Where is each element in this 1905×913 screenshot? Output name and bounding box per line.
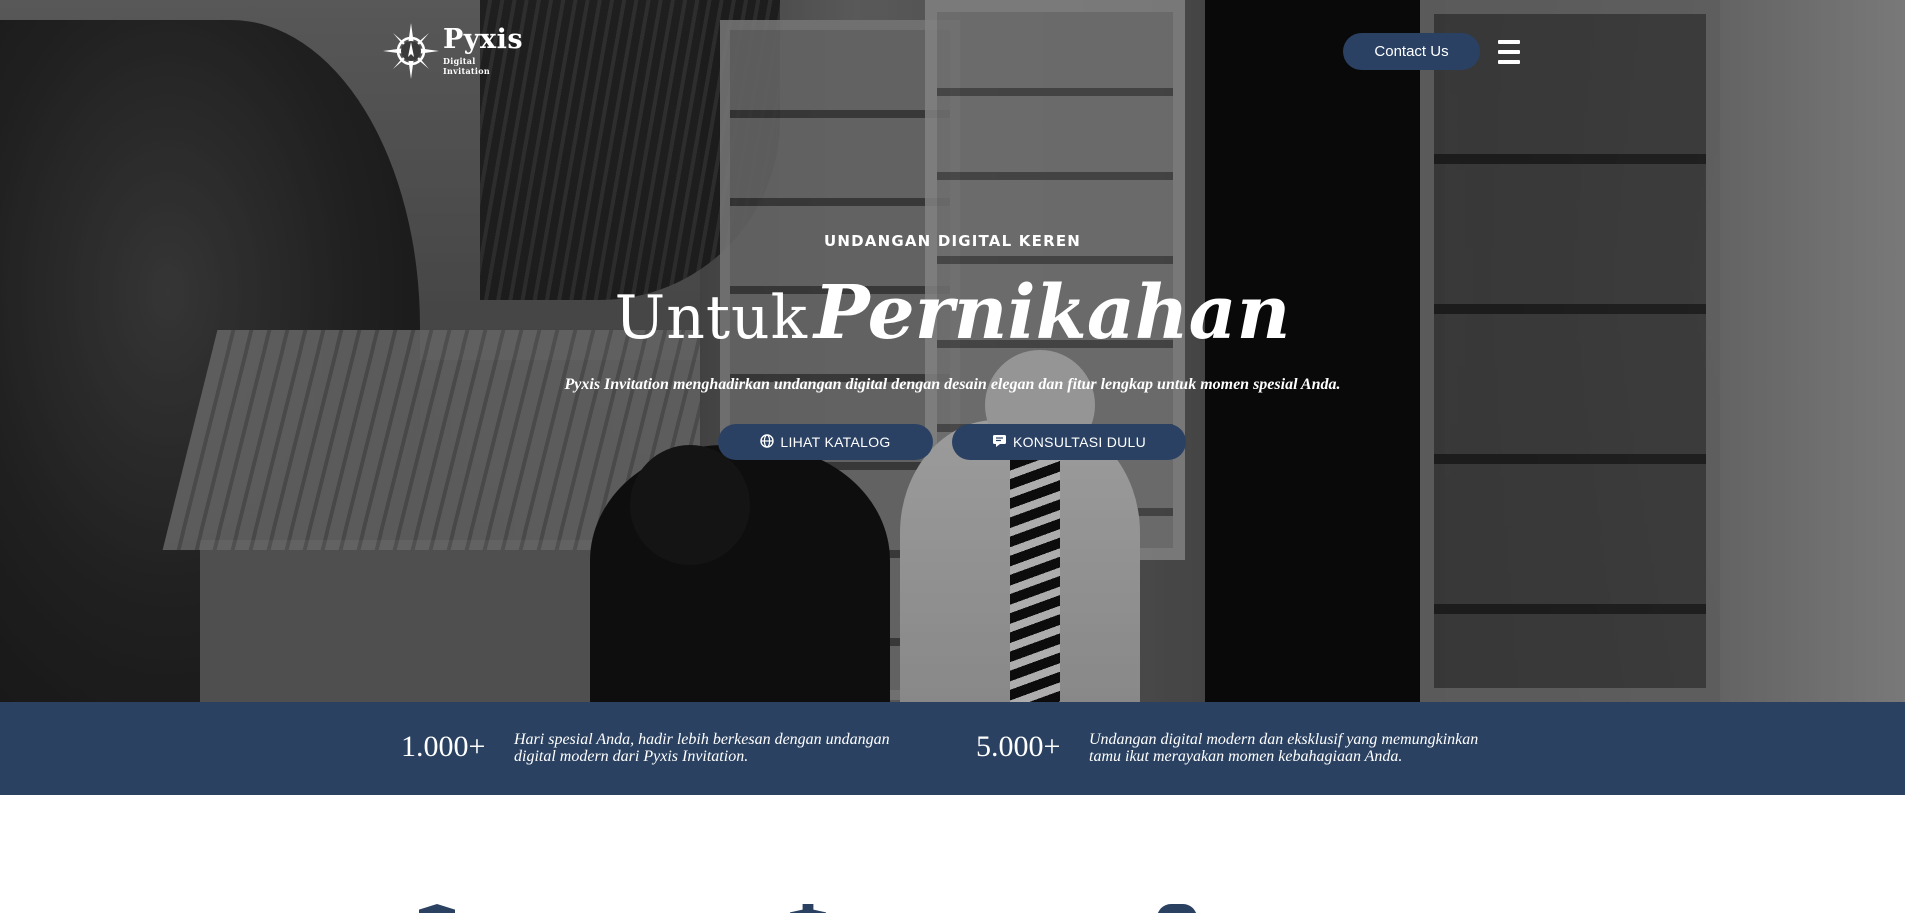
stat-value: 1.000+ xyxy=(401,730,486,763)
lihat-katalog-button[interactable]: LIHAT KATALOG xyxy=(718,424,933,460)
hero-headline: UntukPernikahan xyxy=(0,270,1905,356)
feature-figure-icon xyxy=(790,904,826,913)
hero-section: Pyxis Digital Invitation Contact Us UNDA… xyxy=(0,0,1905,702)
globe-icon xyxy=(760,434,775,450)
headline-script: Pernikahan xyxy=(813,270,1291,356)
logo-name: Pyxis xyxy=(443,24,524,55)
stat-value: 5.000+ xyxy=(976,730,1061,763)
konsultasi-button[interactable]: KONSULTASI DULU xyxy=(952,424,1186,460)
hero-tagline: Pyxis Invitation menghadirkan undangan d… xyxy=(564,376,1341,393)
menu-bar xyxy=(1498,50,1520,54)
logo-text: Pyxis Digital Invitation xyxy=(443,24,524,77)
konsultasi-label: KONSULTASI DULU xyxy=(1012,434,1147,450)
lihat-katalog-label: LIHAT KATALOG xyxy=(780,434,891,450)
hero-eyebrow: UNDANGAN DIGITAL KEREN xyxy=(823,232,1082,250)
menu-bar xyxy=(1498,40,1520,44)
menu-bar xyxy=(1498,60,1520,64)
compass-logo-icon xyxy=(383,23,439,79)
contact-us-button[interactable]: Contact Us xyxy=(1343,33,1480,70)
stat-description: Hari spesial Anda, hadir lebih berkesan … xyxy=(514,731,890,765)
logo-subtitle: Digital Invitation xyxy=(443,56,491,76)
stat-description: Undangan digital modern dan eksklusif ya… xyxy=(1089,731,1479,765)
stats-band: 1.000+ Hari spesial Anda, hadir lebih be… xyxy=(0,702,1905,795)
feature-house-icon xyxy=(419,904,455,913)
site-logo[interactable]: Pyxis Digital Invitation xyxy=(383,20,523,82)
headline-plain: Untuk xyxy=(614,283,808,353)
message-icon xyxy=(992,434,1007,450)
feature-circle-icon xyxy=(1157,904,1197,913)
hamburger-menu-icon[interactable] xyxy=(1498,40,1524,64)
